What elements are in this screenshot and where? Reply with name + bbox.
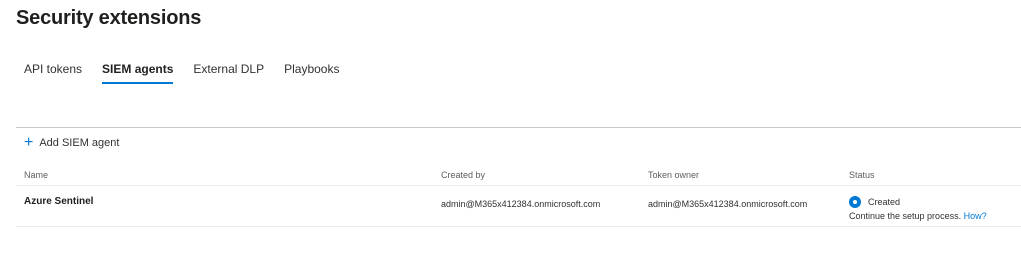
status-text: Created [868, 197, 901, 207]
column-header-status[interactable]: Status [849, 170, 875, 180]
column-header-created-by[interactable]: Created by [441, 170, 485, 180]
tab-external-dlp[interactable]: External DLP [193, 62, 264, 84]
table-row[interactable]: Azure Sentinel admin@M365x412384.onmicro… [16, 186, 1021, 227]
column-header-token-owner[interactable]: Token owner [648, 170, 699, 180]
plus-icon: + [24, 134, 34, 151]
tab-playbooks[interactable]: Playbooks [284, 62, 339, 84]
add-siem-agent-label: Add SIEM agent [39, 137, 120, 149]
agent-name[interactable]: Azure Sentinel [24, 196, 93, 207]
how-link[interactable]: How? [964, 211, 987, 221]
section-divider [16, 127, 1021, 128]
tab-siem-agents[interactable]: SIEM agents [102, 62, 174, 84]
page-title: Security extensions [16, 7, 202, 29]
token-owner-value: admin@M365x412384.onmicrosoft.com [648, 199, 808, 209]
status-note: Continue the setup process. [849, 211, 962, 221]
add-siem-agent-button[interactable]: + Add SIEM agent [24, 134, 120, 151]
status-created-icon [849, 196, 861, 208]
tab-api-tokens[interactable]: API tokens [24, 62, 82, 84]
tab-bar: API tokens SIEM agents External DLP Play… [24, 62, 359, 84]
column-header-name[interactable]: Name [24, 170, 48, 180]
status-cell: Created Continue the setup process. How? [849, 196, 987, 221]
table-header: Name Created by Token owner Status [16, 166, 1021, 186]
created-by-value: admin@M365x412384.onmicrosoft.com [441, 199, 601, 209]
